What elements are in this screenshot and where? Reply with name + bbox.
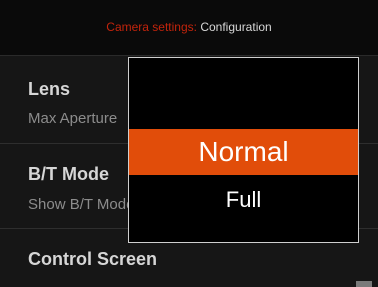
scroll-indicator [356,281,372,287]
breadcrumb: Camera settings: [106,20,197,34]
page-title: Configuration [200,20,272,34]
option-popup: Normal Full [128,57,359,243]
menu-item-show-bt-mode[interactable]: Show B/T Mode [28,196,134,213]
option-full[interactable]: Full [129,180,358,220]
camera-settings-screen: Camera settings: Configuration Lens Max … [0,0,378,287]
section-title-bt-mode: B/T Mode [28,164,109,184]
section-title-control-screen: Control Screen [28,249,158,269]
menu-item-max-aperture[interactable]: Max Aperture [28,110,117,127]
option-normal[interactable]: Normal [129,129,358,175]
section-title-lens: Lens [28,79,71,99]
header-bar: Camera settings: Configuration [0,0,378,56]
